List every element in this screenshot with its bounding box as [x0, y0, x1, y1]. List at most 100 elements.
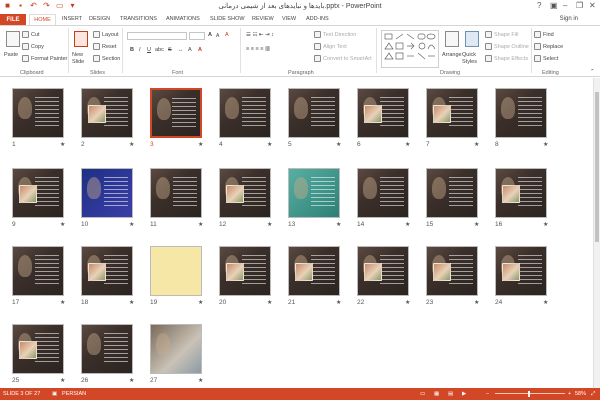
language-indicator[interactable]: PERSIAN [62, 391, 86, 397]
select-button[interactable]: Select [534, 55, 558, 62]
close-button[interactable]: ✕ [589, 1, 596, 10]
tab-animations[interactable]: ANIMATIONS [166, 16, 200, 22]
slide-thumbnail[interactable] [12, 168, 64, 218]
slide-thumbnail[interactable] [150, 88, 202, 138]
animation-star-icon[interactable]: ★ [405, 141, 410, 148]
change-case-button[interactable]: A [188, 47, 192, 53]
copy-button[interactable]: Copy [22, 43, 44, 50]
animation-star-icon[interactable]: ★ [336, 299, 341, 306]
minimize-button[interactable]: – [563, 1, 567, 10]
slide-thumbnail[interactable] [12, 324, 64, 374]
normal-view-icon[interactable]: ▭ [420, 391, 425, 397]
animation-star-icon[interactable]: ★ [60, 221, 65, 228]
slide-thumbnail[interactable] [495, 88, 547, 138]
zoom-out-button[interactable]: – [486, 391, 489, 397]
layout-button[interactable]: Layout [93, 31, 119, 38]
slide-thumbnail[interactable] [288, 246, 340, 296]
slide-thumbnail[interactable] [426, 88, 478, 138]
animation-star-icon[interactable]: ★ [336, 141, 341, 148]
slide-thumbnail[interactable] [12, 88, 64, 138]
reset-button[interactable]: Reset [93, 43, 116, 50]
animation-star-icon[interactable]: ★ [129, 221, 134, 228]
slide-thumbnail[interactable] [81, 88, 133, 138]
paste-button[interactable]: Paste [4, 52, 18, 58]
tab-review[interactable]: REVIEW [252, 16, 274, 22]
collapse-ribbon-icon[interactable]: ⌃ [590, 69, 595, 75]
cut-button[interactable]: Cut [22, 31, 40, 38]
slide-thumbnail[interactable] [150, 168, 202, 218]
quick-styles-button[interactable]: Quick Styles [462, 52, 484, 66]
zoom-slider[interactable] [495, 393, 565, 394]
slide-thumbnail[interactable] [288, 168, 340, 218]
animation-star-icon[interactable]: ★ [474, 141, 479, 148]
slide-thumbnail[interactable] [495, 246, 547, 296]
slide-thumbnail[interactable] [495, 168, 547, 218]
spellcheck-icon[interactable]: ▣ [52, 391, 57, 397]
slide-thumbnail[interactable] [288, 88, 340, 138]
reading-view-icon[interactable]: ▤ [448, 391, 453, 397]
replace-button[interactable]: Replace [534, 43, 563, 50]
animation-star-icon[interactable]: ★ [129, 299, 134, 306]
slide-thumbnail[interactable] [81, 324, 133, 374]
scrollbar-thumb[interactable] [595, 92, 599, 242]
slide-thumbnail[interactable] [426, 168, 478, 218]
slideshow-view-icon[interactable]: ▶ [462, 391, 466, 397]
bold-button[interactable]: B [130, 47, 134, 53]
slide-thumbnail[interactable] [357, 168, 409, 218]
slide-thumbnail[interactable] [150, 246, 202, 296]
bullets-icon[interactable]: ☰ ☷ ⇤ ⇥ ↕ [246, 32, 274, 38]
animation-star-icon[interactable]: ★ [267, 221, 272, 228]
animation-star-icon[interactable]: ★ [198, 377, 203, 384]
shapes-gallery[interactable] [381, 30, 439, 68]
animation-star-icon[interactable]: ★ [60, 377, 65, 384]
animation-star-icon[interactable]: ★ [129, 377, 134, 384]
animation-star-icon[interactable]: ★ [60, 299, 65, 306]
tab-transitions[interactable]: TRANSITIONS [120, 16, 157, 22]
tab-design[interactable]: DESIGN [89, 16, 110, 22]
animation-star-icon[interactable]: ★ [60, 141, 65, 148]
underline-button[interactable]: U [147, 47, 151, 53]
new-slide-button[interactable]: New Slide [72, 52, 90, 66]
animation-star-icon[interactable]: ★ [336, 221, 341, 228]
animation-star-icon[interactable]: ★ [405, 299, 410, 306]
slide-thumbnail[interactable] [357, 88, 409, 138]
slide-thumbnail[interactable] [426, 246, 478, 296]
find-button[interactable]: Find [534, 31, 554, 38]
zoom-slider-knob[interactable] [528, 391, 530, 397]
new-slide-icon[interactable] [74, 31, 88, 47]
animation-star-icon[interactable]: ★ [129, 141, 134, 148]
tab-view[interactable]: VIEW [282, 16, 296, 22]
tab-slide-show[interactable]: SLIDE SHOW [210, 16, 245, 22]
animation-star-icon[interactable]: ★ [267, 299, 272, 306]
tab-insert[interactable]: INSERT [62, 16, 82, 22]
animation-star-icon[interactable]: ★ [198, 299, 203, 306]
zoom-level[interactable]: 58% [575, 391, 586, 397]
slide-thumbnail[interactable] [219, 88, 271, 138]
animation-star-icon[interactable]: ★ [198, 141, 203, 148]
slide-thumbnail[interactable] [219, 246, 271, 296]
section-button[interactable]: Section [93, 55, 120, 62]
font-color-button[interactable]: A [198, 47, 202, 53]
tab-add-ins[interactable]: ADD-INS [306, 16, 329, 22]
slide-thumbnail[interactable] [12, 246, 64, 296]
quick-styles-icon[interactable] [465, 31, 479, 47]
slide-thumbnail[interactable] [81, 246, 133, 296]
slide-sorter-view-icon[interactable]: ▦ [434, 391, 439, 397]
character-spacing-icon[interactable]: ↔ [178, 47, 184, 53]
ribbon-display-icon[interactable]: ▣ [550, 1, 558, 10]
animation-star-icon[interactable]: ★ [405, 221, 410, 228]
strikethrough-button[interactable]: S [168, 47, 172, 53]
italic-button[interactable]: I [139, 47, 141, 53]
zoom-in-button[interactable]: + [568, 391, 571, 397]
paste-icon[interactable] [6, 31, 20, 47]
slide-thumbnail[interactable] [219, 168, 271, 218]
animation-star-icon[interactable]: ★ [543, 141, 548, 148]
restore-button[interactable]: ❐ [576, 1, 583, 10]
fit-to-window-icon[interactable]: ⤢ [591, 391, 595, 398]
vertical-scrollbar[interactable] [593, 78, 600, 388]
font-name-box[interactable] [127, 32, 187, 40]
increase-font-size-button[interactable]: A [208, 32, 212, 38]
sign-in-link[interactable]: Sign in [560, 16, 578, 22]
animation-star-icon[interactable]: ★ [474, 299, 479, 306]
format-painter-button[interactable]: Format Painter [22, 55, 67, 62]
